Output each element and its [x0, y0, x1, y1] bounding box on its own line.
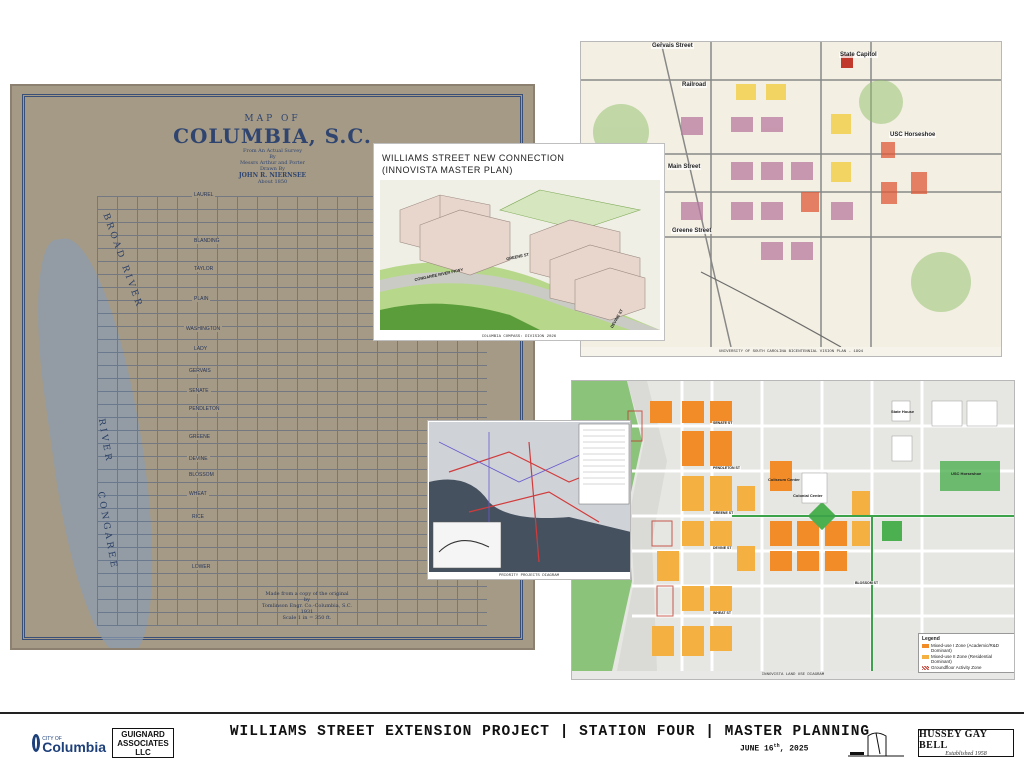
innovista-connection-panel: WILLIAMS STREET NEW CONNECTION (INNOVIST…	[373, 143, 665, 341]
hgb-name: HUSSEY GAY BELL	[919, 729, 988, 751]
landuse-label-colonial: Colonial Center	[793, 493, 823, 498]
street-label: TAYLOR	[192, 266, 216, 272]
usc-plan-caption: UNIVERSITY OF SOUTH CAROLINA BICENTENNIA…	[718, 350, 864, 354]
innovista-heading: WILLIAMS STREET NEW CONNECTION (INNOVIST…	[382, 152, 564, 176]
sheet-title: WILLIAMS STREET EXTENSION PROJECT | STAT…	[229, 724, 871, 740]
usc-label-gervais: Gervais Street	[651, 43, 694, 49]
disclaimer-fine-print	[0, 716, 700, 722]
station-marker-icon	[848, 732, 904, 757]
landuse-label-greene: GREENE ST	[712, 511, 735, 515]
legend-swatch	[922, 644, 929, 648]
street-label: BLANDING	[192, 238, 222, 244]
street-label: LOWER	[190, 564, 213, 570]
street-label: WASHINGTON	[184, 326, 223, 332]
legend-item: Mixed-use II Zone (Residential Dominant)	[922, 654, 1014, 664]
legend-label: Groundfloor Activity Zone	[931, 665, 982, 670]
priority-projects-panel: PRIORITY PROJECTS DIAGRAM	[427, 420, 631, 580]
street-label: PLAIN	[192, 296, 211, 302]
guignard-associates-logo: GUIGNARD ASSOCIATES LLC	[112, 728, 174, 758]
usc-label-horseshoe: USC Horseshoe	[889, 132, 937, 138]
street-label: RICE	[190, 514, 206, 520]
date-post: , 2025	[779, 744, 809, 754]
street-label: PENDLETON	[187, 406, 222, 412]
landuse-label-horseshoe: USC Horseshoe	[951, 471, 982, 476]
street-label: GREENE	[187, 434, 213, 440]
landuse-label-wheat: WHEAT ST	[712, 611, 733, 615]
landuse-label-devine: DEVINE ST	[712, 546, 733, 550]
landuse-label-coliseum: Coliseum Center	[768, 477, 800, 482]
land-use-legend: Legend Mixed-use I Zone (Academic/R&D Do…	[918, 633, 1014, 673]
date-pre: JUNE 16	[740, 744, 774, 754]
street-label: DEVINE	[187, 456, 210, 462]
city-of-columbia-logo: CITY OF Columbia	[32, 730, 106, 756]
street-label: WHEAT	[187, 491, 209, 497]
columbia-ring-icon	[32, 734, 41, 752]
map-title-top: MAP OF	[244, 114, 301, 124]
landuse-label-pendleton: PENDLETON ST	[712, 466, 741, 470]
landuse-label-senate: SENATE ST	[712, 421, 734, 425]
innovista-heading-1: WILLIAMS STREET NEW CONNECTION	[382, 153, 565, 163]
legend-item: Mixed-use I Zone (Academic/R&D Dominant)	[922, 643, 1014, 653]
land-use-drawing	[572, 381, 1014, 671]
legend-label: Mixed-use I Zone (Academic/R&D Dominant)	[931, 643, 1000, 653]
columbia-name: Columbia	[42, 739, 106, 755]
usc-label-greene: Greene Street	[671, 228, 713, 234]
map-credit: Made from a copy of the original by Toml…	[232, 591, 382, 621]
street-label: LAUREL	[192, 192, 216, 198]
priority-projects-map	[429, 422, 630, 572]
usc-label-railroad: Railroad	[681, 82, 708, 88]
legend-swatch	[922, 666, 929, 670]
legend-swatch	[922, 655, 929, 659]
innovista-caption: COLUMBIA COMPASS: DIVISION 2026	[481, 335, 557, 339]
innovista-land-use-panel: State House Coliseum Center Colonial Cen…	[571, 380, 1015, 680]
landuse-label-blossom: BLOSSOM ST	[854, 581, 880, 585]
guignard-line-2: ASSOCIATES	[117, 738, 169, 748]
usc-label-main: Main Street	[667, 164, 702, 170]
guignard-line-3: LLC	[135, 747, 151, 757]
columbia-wordmark: CITY OF Columbia	[42, 735, 106, 755]
guignard-line-1: GUIGNARD	[121, 729, 165, 739]
landuse-label-statehouse: State House	[891, 409, 915, 414]
legend-label: Mixed-use II Zone (Residential Dominant)	[931, 654, 993, 664]
hussey-gay-bell-logo: HUSSEY GAY BELL Established 1958	[918, 729, 1014, 757]
street-label: BLOSSOM	[187, 472, 216, 478]
innovista-heading-2: (INNOVISTA MASTER PLAN)	[382, 165, 513, 175]
street-label: SENATE	[187, 388, 211, 394]
credit-line-5: Scale 1 in = 350 ft.	[282, 615, 332, 621]
land-use-caption: INNOVISTA LAND USE DIAGRAM	[761, 673, 825, 677]
legend-title: Legend	[922, 636, 940, 642]
street-label: LADY	[192, 346, 210, 352]
usc-label-capitol: State Capitol	[839, 52, 878, 58]
priority-projects-caption: PRIORITY PROJECTS DIAGRAM	[498, 574, 559, 578]
hgb-established: Established 1958	[945, 751, 987, 757]
title-block: CITY OF Columbia GUIGNARD ASSOCIATES LLC…	[0, 712, 1024, 764]
legend-item: Groundfloor Activity Zone	[922, 665, 1014, 670]
sheet-date: JUNE 16th, 2025	[740, 743, 808, 754]
street-label: GERVAIS	[187, 368, 213, 374]
